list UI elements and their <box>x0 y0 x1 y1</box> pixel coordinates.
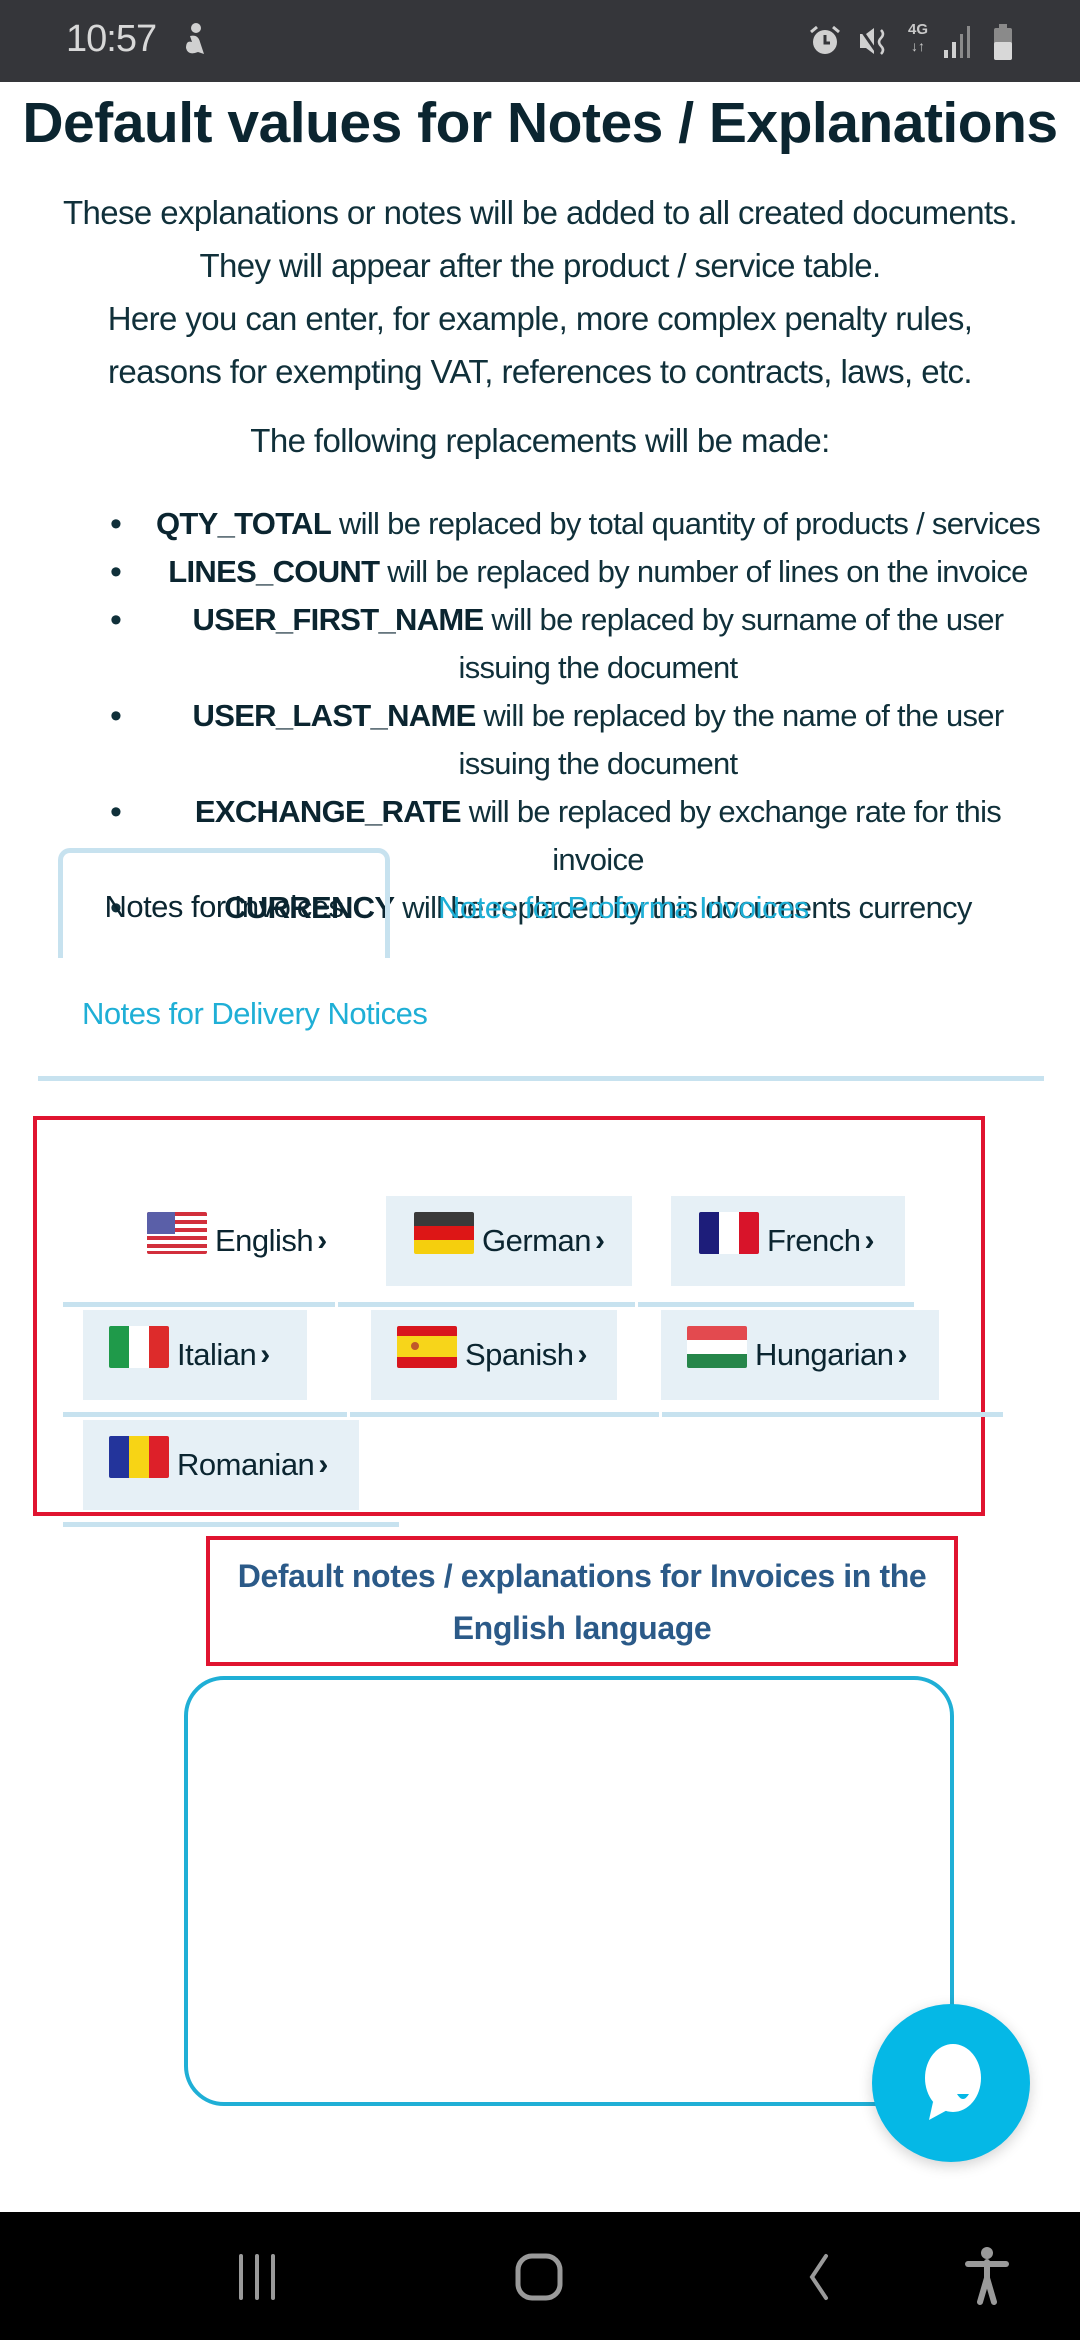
chevron-right-icon: › <box>594 1224 605 1257</box>
battery-icon <box>994 24 1012 60</box>
tabs-divider <box>38 1076 1044 1081</box>
replacement-item: QTY_TOTAL will be replaced by total quan… <box>110 500 1050 548</box>
language-label: Italian <box>177 1337 257 1372</box>
intro-line: These explanations or notes will be adde… <box>62 194 1018 231</box>
language-divider <box>662 1412 1003 1417</box>
language-label: French <box>767 1223 861 1258</box>
romania-flag-icon <box>109 1436 169 1478</box>
accessibility-icon[interactable] <box>964 2246 1010 2306</box>
us-flag-icon <box>147 1212 207 1254</box>
accessibility-notification-icon <box>186 23 204 54</box>
language-selector: English › German › French › Italian › Spanis… <box>33 1116 1003 1527</box>
intro-line: Here you can enter, for example, more co… <box>107 300 973 337</box>
spain-flag-icon <box>397 1326 457 1368</box>
language-divider <box>338 1302 635 1307</box>
chevron-right-icon: › <box>260 1338 270 1371</box>
language-label: Hungarian <box>755 1337 894 1372</box>
notes-tabs: Notes for Invoices Notes for Proforma In… <box>38 848 1044 1148</box>
page-title: Default values for Notes / Explanations <box>22 91 1058 155</box>
language-label: English <box>215 1223 314 1258</box>
back-icon[interactable] <box>800 2252 840 2302</box>
mute-icon <box>858 27 885 55</box>
replacement-key: QTY_TOTAL <box>155 506 332 541</box>
intro-text: These explanations or notes will be adde… <box>20 186 1060 398</box>
language-label: Romanian <box>177 1447 315 1482</box>
replacements-heading: The following replacements will be made: <box>250 422 830 459</box>
language-italian-button[interactable]: Italian › <box>83 1310 307 1400</box>
replacement-text: will be replaced by the name of the user… <box>458 698 1005 781</box>
chevron-right-icon: › <box>317 1224 327 1257</box>
chat-bubble-icon <box>925 2044 981 2120</box>
status-time: 10:57 <box>66 18 157 60</box>
notes-heading: Default notes / explanations for Invoice… <box>206 1536 958 1666</box>
language-divider <box>350 1412 659 1417</box>
language-french-button[interactable]: French › <box>671 1196 905 1286</box>
language-divider <box>638 1302 914 1307</box>
replacement-key: USER_LAST_NAME <box>192 698 477 733</box>
status-bar: 10:57 4G ↓↑ <box>0 0 1080 82</box>
tab-notes-for-proforma-invoices[interactable]: Notes for Proforma Invoices <box>438 890 809 926</box>
replacement-key: EXCHANGE_RATE <box>194 794 462 829</box>
network-4g-icon: 4G ↓↑ <box>907 21 928 55</box>
hungary-flag-icon <box>687 1326 747 1368</box>
language-spanish-button[interactable]: Spanish › <box>371 1310 617 1400</box>
chevron-right-icon: › <box>864 1224 874 1257</box>
chevron-right-icon: › <box>318 1448 328 1481</box>
home-icon[interactable] <box>514 2252 564 2302</box>
signal-icon <box>944 26 970 58</box>
language-romanian-button[interactable]: Romanian › <box>83 1420 359 1510</box>
navigation-bar <box>0 2212 1080 2340</box>
alarm-icon <box>810 25 840 54</box>
france-flag-icon <box>699 1212 759 1254</box>
language-divider <box>63 1302 335 1307</box>
replacement-text: will be replaced by surname of the user … <box>458 602 1005 685</box>
language-hungarian-button[interactable]: Hungarian › <box>661 1310 939 1400</box>
tab-notes-for-invoices[interactable]: Notes for Invoices <box>58 848 390 958</box>
language-english-button[interactable]: English › <box>133 1196 373 1286</box>
replacement-key: LINES_COUNT <box>168 554 380 589</box>
chevron-right-icon: › <box>897 1338 908 1371</box>
language-divider <box>63 1522 399 1527</box>
replacement-item: LINES_COUNT will be replaced by number o… <box>110 548 1050 596</box>
replacement-text: will be replaced by total quantity of pr… <box>331 506 1041 541</box>
chevron-right-icon: › <box>577 1338 588 1371</box>
replacement-key: USER_FIRST_NAME <box>192 602 485 637</box>
replacement-text: will be replaced by number of lines on t… <box>379 554 1028 589</box>
replacement-item: USER_LAST_NAME will be replaced by the n… <box>110 692 1050 788</box>
language-label: German <box>482 1223 591 1258</box>
network-label: 4G <box>907 21 928 38</box>
intro-line: reasons for exempting VAT, references to… <box>108 353 973 390</box>
chat-button[interactable] <box>872 2004 1030 2162</box>
tab-notes-for-delivery-notices[interactable]: Notes for Delivery Notices <box>82 996 428 1032</box>
italy-flag-icon <box>109 1326 169 1368</box>
language-divider <box>63 1412 347 1417</box>
recent-apps-icon[interactable] <box>232 2252 282 2302</box>
intro-line: They will appear after the product / ser… <box>199 247 881 284</box>
germany-flag-icon <box>414 1212 474 1254</box>
language-label: Spanish <box>465 1337 574 1372</box>
replacement-item: USER_FIRST_NAME will be replaced by surn… <box>110 596 1050 692</box>
language-german-button[interactable]: German › <box>386 1196 632 1286</box>
notes-textarea[interactable] <box>184 1676 954 2106</box>
